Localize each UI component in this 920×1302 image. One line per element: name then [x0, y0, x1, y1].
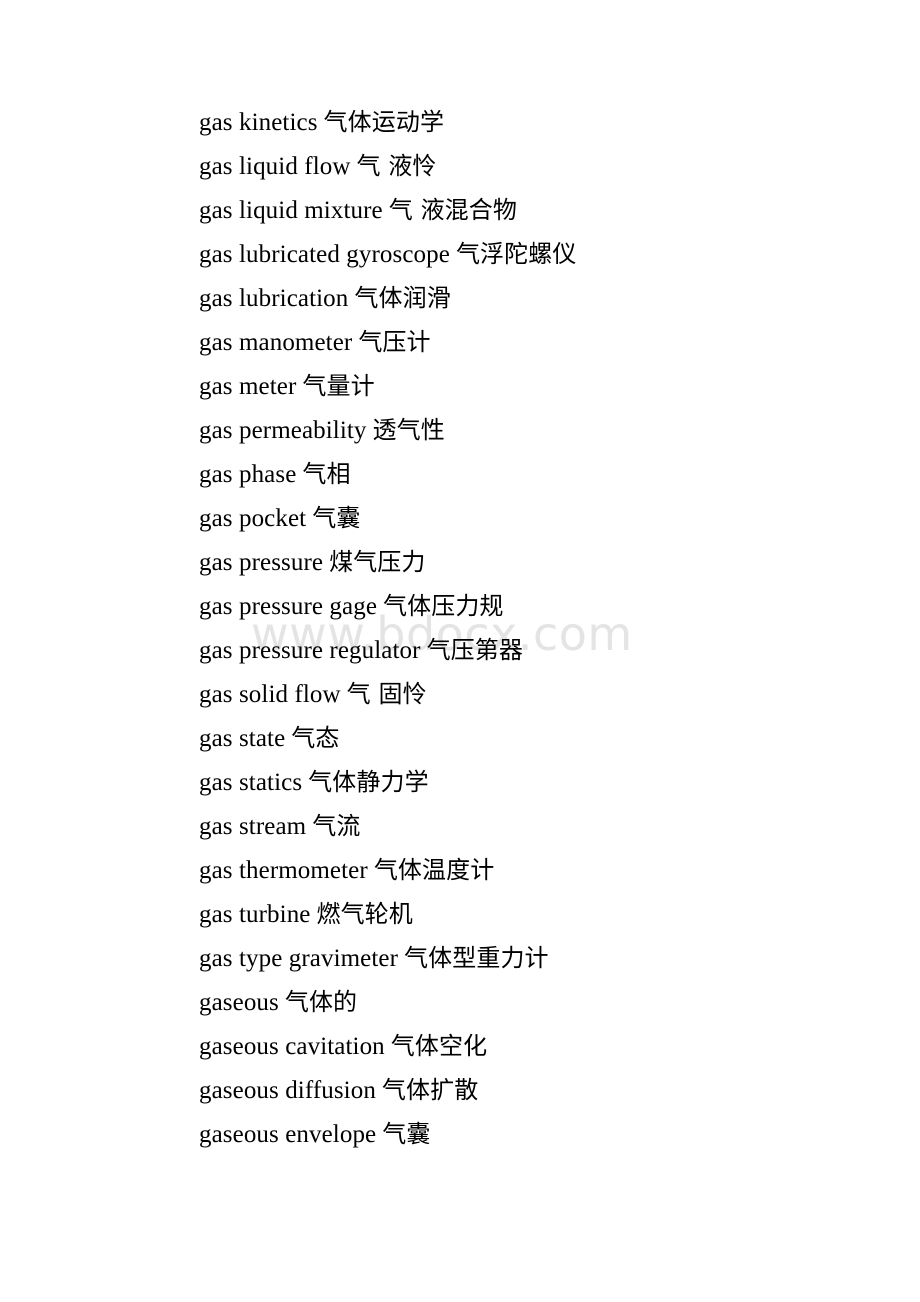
term-chinese: 气压计 [358, 328, 431, 356]
glossary-entry: gas pressure 煤气压力 [199, 540, 859, 584]
term-english: gaseous envelope [199, 1121, 377, 1148]
term-english: gas thermometer [199, 857, 368, 884]
glossary-entry-list: gas kinetics 气体运动学 gas liquid flow 气 液怜 gas … [199, 100, 859, 1156]
term-chinese: 气相 [302, 460, 351, 488]
glossary-entry: gas pressure gage 气体压力规 [199, 584, 859, 628]
term-chinese: 气态 [291, 724, 340, 752]
term-chinese: 气体的 [284, 988, 358, 1016]
term-english: gas pocket [199, 505, 307, 532]
term-english: gas solid flow [199, 681, 341, 708]
glossary-entry: gaseous 气体的 [199, 980, 859, 1024]
term-english: gas kinetics [199, 109, 318, 136]
glossary-entry: gas thermometer 气体温度计 [199, 848, 859, 892]
term-english: gas pressure [199, 549, 324, 576]
term-chinese: 气压第器 [426, 636, 523, 664]
term-chinese: 气囊 [312, 504, 361, 532]
term-english: gaseous diffusion [199, 1077, 376, 1104]
glossary-entry: gas liquid flow 气 液怜 [199, 144, 859, 188]
glossary-entry: gas lubrication 气体润滑 [199, 276, 859, 320]
term-chinese: 气体空化 [390, 1032, 488, 1060]
term-chinese: 气体静力学 [308, 768, 429, 796]
glossary-entry: gas type gravimeter 气体型重力计 [199, 936, 859, 980]
term-chinese: 气体压力规 [383, 592, 504, 620]
glossary-entry: gas turbine 燃气轮机 [199, 892, 859, 936]
term-chinese: 气体润滑 [354, 284, 451, 312]
glossary-entry: gas pressure regulator 气压第器 [199, 628, 859, 672]
term-english: gaseous [199, 989, 279, 1016]
glossary-entry: gas stream 气流 [199, 804, 859, 848]
glossary-entry: gas pocket 气囊 [199, 496, 859, 540]
term-chinese: 透气性 [372, 416, 445, 444]
term-chinese: 气囊 [382, 1120, 431, 1148]
term-chinese: 气量计 [302, 372, 375, 400]
term-chinese: 气 固怜 [346, 680, 427, 708]
glossary-entry: gas manometer 气压计 [199, 320, 859, 364]
document-page: www.bdocx.com gas kinetics 气体运动学 gas liqui… [0, 0, 920, 1302]
term-english: gas pressure regulator [199, 637, 421, 664]
term-english: gas state [199, 725, 286, 752]
term-english: gaseous cavitation [199, 1033, 385, 1060]
term-chinese: 气流 [312, 812, 361, 840]
term-chinese: 气体扩散 [381, 1076, 479, 1104]
glossary-entry: gas kinetics 气体运动学 [199, 100, 859, 144]
glossary-entry: gaseous diffusion 气体扩散 [199, 1068, 859, 1112]
term-english: gas stream [199, 813, 307, 840]
term-chinese: 气体温度计 [373, 856, 495, 884]
term-english: gas turbine [199, 901, 311, 928]
glossary-entry: gas liquid mixture 气 液混合物 [199, 188, 859, 232]
term-chinese: 气体运动学 [323, 108, 445, 136]
term-chinese: 燃气轮机 [316, 900, 413, 928]
glossary-entry: gas meter 气量计 [199, 364, 859, 408]
term-english: gas permeability [199, 417, 367, 444]
term-chinese: 煤气压力 [329, 548, 426, 576]
term-english: gas lubrication [199, 285, 349, 312]
glossary-entry: gas state 气态 [199, 716, 859, 760]
term-english: gas liquid flow [199, 153, 351, 180]
term-chinese: 气 液混合物 [388, 196, 517, 224]
glossary-entry: gaseous cavitation 气体空化 [199, 1024, 859, 1068]
glossary-entry: gas solid flow 气 固怜 [199, 672, 859, 716]
term-english: gas liquid mixture [199, 197, 383, 224]
term-english: gas phase [199, 461, 297, 488]
glossary-entry: gas phase 气相 [199, 452, 859, 496]
term-english: gas manometer [199, 329, 353, 356]
term-chinese: 气浮陀螺仪 [455, 240, 577, 268]
term-english: gas meter [199, 373, 297, 400]
glossary-entry: gaseous envelope 气囊 [199, 1112, 859, 1156]
glossary-entry: gas permeability 透气性 [199, 408, 859, 452]
term-chinese: 气体型重力计 [404, 944, 549, 972]
term-english: gas type gravimeter [199, 945, 399, 972]
term-english: gas pressure gage [199, 593, 378, 620]
glossary-entry: gas lubricated gyroscope 气浮陀螺仪 [199, 232, 859, 276]
term-chinese: 气 液怜 [356, 152, 437, 180]
term-english: gas lubricated gyroscope [199, 241, 450, 268]
glossary-entry: gas statics 气体静力学 [199, 760, 859, 804]
term-english: gas statics [199, 769, 303, 796]
